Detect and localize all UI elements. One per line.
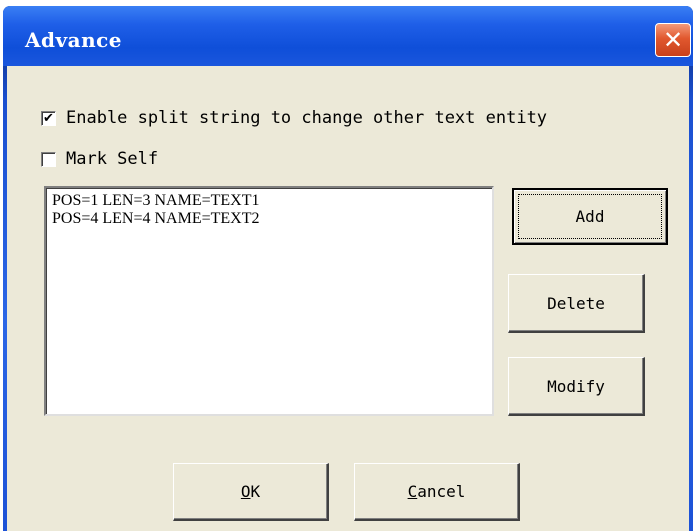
- close-icon: ✕: [662, 26, 684, 54]
- mark-self-label: Mark Self: [66, 149, 159, 169]
- split-rules-list[interactable]: POS=1 LEN=3 NAME=TEXT1 POS=4 LEN=4 NAME=…: [44, 186, 494, 416]
- ok-button[interactable]: OK: [173, 463, 329, 521]
- delete-button[interactable]: Delete: [508, 274, 645, 333]
- split-string-option[interactable]: ✔ Enable split string to change other te…: [41, 108, 547, 128]
- dialog-body: ✔ Enable split string to change other te…: [7, 66, 689, 531]
- delete-button-label: Delete: [547, 293, 605, 313]
- split-string-checkbox[interactable]: ✔: [41, 110, 56, 126]
- ok-button-label: OK: [240, 482, 261, 501]
- focus-rectangle: [518, 194, 662, 239]
- modify-button[interactable]: Modify: [508, 357, 645, 416]
- split-string-label: Enable split string to change other text…: [66, 108, 548, 128]
- window-title: Advance: [25, 28, 123, 52]
- cancel-button-label: Cancel: [407, 482, 466, 501]
- modify-button-label: Modify: [547, 376, 605, 396]
- title-bar[interactable]: Advance ✕: [3, 6, 693, 66]
- cancel-button[interactable]: Cancel: [354, 463, 520, 521]
- checkmark-icon: ✔: [43, 110, 54, 126]
- list-item[interactable]: POS=4 LEN=4 NAME=TEXT2: [52, 210, 486, 228]
- dialog-window: Advance ✕ ✔ Enable split string to chang…: [3, 6, 693, 531]
- add-button[interactable]: Add: [512, 188, 668, 245]
- mark-self-option[interactable]: Mark Self: [41, 149, 158, 169]
- close-button[interactable]: ✕: [655, 23, 691, 57]
- list-item[interactable]: POS=1 LEN=3 NAME=TEXT1: [52, 192, 486, 210]
- mark-self-checkbox[interactable]: [41, 151, 56, 167]
